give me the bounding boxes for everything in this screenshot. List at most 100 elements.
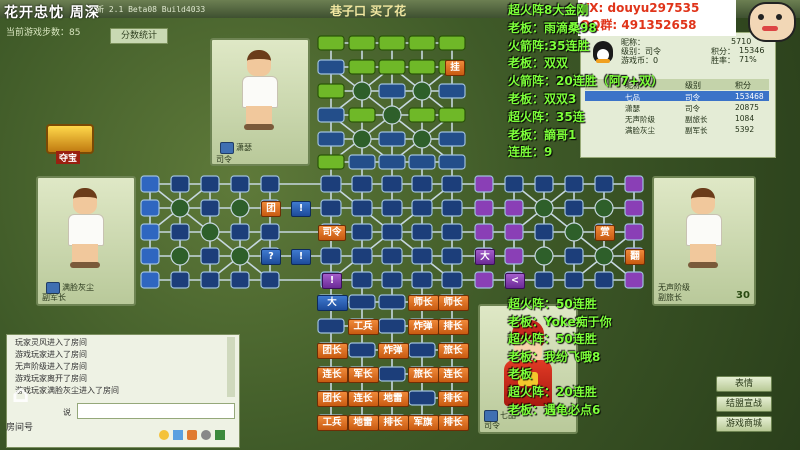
chat-scrollbar[interactable] (227, 337, 235, 397)
camp-node (594, 198, 614, 218)
board-piece[interactable]: 旅长 (437, 343, 469, 359)
overlay-line: 老板：雨滴桑98 (508, 20, 597, 35)
board-piece[interactable]: 翻 (625, 249, 645, 265)
row-score: 153468 (735, 92, 764, 101)
board-node (200, 247, 220, 265)
board-node (378, 131, 406, 147)
board-piece[interactable]: 团长 (316, 343, 348, 359)
board-piece[interactable]: 旅长 (407, 367, 439, 383)
board-node (438, 131, 466, 147)
board-piece[interactable]: 地雷 (377, 391, 409, 407)
settings-icon[interactable] (201, 430, 211, 440)
image-icon[interactable] (173, 430, 183, 440)
board-piece[interactable]: < (505, 273, 525, 289)
board-node (348, 154, 376, 170)
emoji-button[interactable]: 表情 (716, 376, 772, 392)
chat-tools[interactable] (157, 429, 237, 443)
board-node (317, 107, 345, 123)
board-node (170, 271, 190, 289)
board-piece[interactable]: 连长 (347, 391, 379, 407)
board-piece[interactable]: 大 (475, 249, 495, 265)
board-piece[interactable]: 炸弹 (377, 343, 409, 359)
board-node (381, 247, 403, 265)
board-node (408, 154, 436, 170)
board-piece[interactable]: ! (291, 201, 311, 217)
board-node (624, 175, 644, 193)
pin-icon[interactable] (215, 430, 225, 440)
board-node (230, 223, 250, 241)
smiley-icon[interactable] (159, 430, 169, 440)
board-node (378, 154, 406, 170)
chat-input[interactable] (77, 403, 235, 419)
board-node (624, 271, 644, 289)
board-piece[interactable]: 司令 (318, 225, 346, 241)
board-piece[interactable]: 排长 (437, 391, 469, 407)
board-node (140, 223, 160, 241)
board-piece[interactable]: ! (322, 273, 342, 289)
board-piece[interactable]: 军长 (347, 367, 379, 383)
board-node (317, 318, 345, 334)
board-node (378, 294, 406, 310)
board-node (381, 223, 403, 241)
camp-node (412, 129, 432, 149)
board-node (564, 247, 584, 265)
board-node (348, 342, 376, 358)
board-node (564, 175, 584, 193)
camp-node (412, 81, 432, 101)
board-piece[interactable]: 排长 (437, 319, 469, 335)
camp-node (170, 198, 190, 218)
board-piece[interactable]: 团长 (316, 391, 348, 407)
board-node (200, 271, 220, 289)
alliance-button[interactable]: 结盟宣战 (716, 396, 772, 412)
board-piece[interactable]: 连长 (437, 367, 469, 383)
board-piece[interactable]: 军旗 (407, 415, 439, 431)
board-piece[interactable]: 师长 (407, 295, 439, 311)
board-node (317, 35, 345, 51)
board-node (411, 271, 433, 289)
overlay-line: 老板：Yoke痴于你 (508, 314, 612, 329)
board-piece[interactable]: 赏 (595, 225, 615, 241)
board-node (441, 223, 463, 241)
board-piece[interactable]: 排长 (377, 415, 409, 431)
board-node (624, 199, 644, 217)
board-node (411, 199, 433, 217)
overlay-bottom: 超火阵：50连胜 老板：Yoke痴于你 超火阵：50连胜 老板：我纷飞哦8 老板… (508, 296, 612, 419)
board-piece[interactable]: 连长 (316, 367, 348, 383)
row-score: 1084 (735, 114, 755, 123)
board-piece[interactable]: 工兵 (316, 415, 348, 431)
board-node (441, 271, 463, 289)
camp-node (564, 222, 584, 242)
board-piece[interactable]: 师长 (437, 295, 469, 311)
camp-node (382, 105, 402, 125)
board-node (140, 199, 160, 217)
board-node (594, 175, 614, 193)
overlay-top: 超火阵8大金刚 老板：雨滴桑98 火箭阵:35连胜 老板：双双 火箭阵：20连胜… (508, 2, 663, 162)
board-piece[interactable]: 工兵 (347, 319, 379, 335)
overlay-line: 超火阵：50连胜 (508, 332, 597, 347)
overlay-line: 火箭阵：20连胜（阿7+双） (508, 74, 664, 89)
shop-button[interactable]: 游戏商城 (716, 416, 772, 432)
board-node (260, 175, 280, 193)
board-piece[interactable]: 大 (316, 295, 348, 311)
board-node (317, 131, 345, 147)
board-piece[interactable]: 排长 (437, 415, 469, 431)
board-piece[interactable]: 挂 (445, 60, 465, 76)
winrate-value: 71% (739, 55, 757, 64)
board-piece[interactable]: 团 (261, 201, 281, 217)
board-node (378, 366, 406, 382)
board-node (408, 390, 436, 406)
board-node (438, 83, 466, 99)
board-piece[interactable]: 地雷 (347, 415, 379, 431)
camp-node (200, 222, 220, 242)
board-piece[interactable]: 炸弹 (407, 319, 439, 335)
board-node (351, 223, 373, 241)
board-node (230, 175, 250, 193)
board-piece[interactable]: ! (291, 249, 311, 265)
bell-icon[interactable] (187, 430, 197, 440)
board-piece[interactable]: ? (261, 249, 281, 265)
board-node (140, 175, 160, 193)
board-node (441, 199, 463, 217)
overlay-line: 超火阵：50连胜 (508, 297, 597, 311)
board-node (441, 175, 463, 193)
board-node (534, 175, 554, 193)
